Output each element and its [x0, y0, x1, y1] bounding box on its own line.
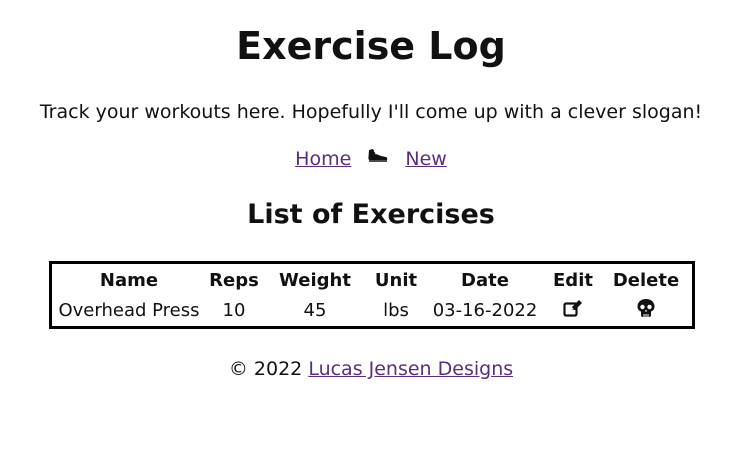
cell-edit — [546, 296, 600, 324]
cell-delete — [600, 296, 692, 324]
column-header-edit: Edit — [553, 269, 593, 291]
table-row: Overhead Press 10 45 lbs 03-16-2022 — [52, 296, 692, 324]
table-header-row: Name Reps Weight Unit Date Edit Delete — [52, 264, 692, 296]
exercise-list-heading: List of Exercises — [247, 199, 495, 230]
page-title: Exercise Log — [236, 24, 506, 68]
column-header-date: Date — [461, 269, 509, 291]
shoe-icon — [367, 147, 389, 167]
nav-link-new[interactable]: New — [405, 148, 446, 170]
page-footer: © 2022 Lucas Jensen Designs — [0, 356, 742, 382]
column-header-name: Name — [99, 269, 159, 291]
column-header-weight: Weight — [279, 269, 351, 291]
cell-weight: 45 — [303, 299, 327, 321]
cell-unit: lbs — [383, 299, 409, 321]
edit-icon[interactable] — [563, 299, 583, 322]
exercise-table-container: Name Reps Weight Unit Date Edit Delete O… — [49, 261, 695, 329]
column-header-unit: Unit — [374, 269, 418, 291]
footer-copyright: © 2022 — [228, 358, 303, 380]
column-header-delete: Delete — [612, 269, 680, 291]
skull-icon[interactable] — [636, 298, 656, 323]
nav-link-home[interactable]: Home — [295, 148, 351, 170]
cell-date: 03-16-2022 — [432, 299, 538, 321]
cell-reps: 10 — [222, 299, 246, 321]
exercise-table: Name Reps Weight Unit Date Edit Delete O… — [52, 264, 692, 324]
main-nav: Home New — [0, 146, 742, 172]
footer-designer-link[interactable]: Lucas Jensen Designs — [308, 358, 513, 380]
column-header-reps: Reps — [209, 269, 259, 291]
exercise-table-body: Overhead Press 10 45 lbs 03-16-2022 — [52, 296, 692, 324]
page-slogan: Track your workouts here. Hopefully I'll… — [39, 101, 703, 123]
cell-name: Overhead Press — [58, 299, 200, 321]
exercise-table-header: Name Reps Weight Unit Date Edit Delete — [52, 264, 692, 296]
